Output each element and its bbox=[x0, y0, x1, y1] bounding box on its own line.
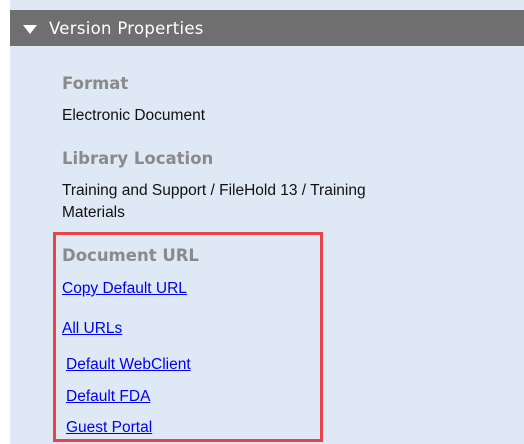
format-label: Format bbox=[62, 74, 129, 93]
library-location-line1: Training and Support / FileHold 13 / Tra… bbox=[62, 182, 366, 199]
library-location-line2: Materials bbox=[62, 204, 125, 221]
version-properties-header[interactable]: Version Properties bbox=[10, 10, 524, 46]
triangle-down-icon[interactable] bbox=[23, 24, 37, 34]
section-title: Version Properties bbox=[49, 18, 204, 38]
library-location-value: Training and Support / FileHold 13 / Tra… bbox=[62, 180, 366, 224]
version-properties-panel: Version Properties Format Electronic Doc… bbox=[10, 0, 524, 444]
document-url-highlight-box bbox=[53, 232, 323, 442]
library-location-label: Library Location bbox=[62, 149, 214, 168]
format-value: Electronic Document bbox=[62, 107, 206, 124]
